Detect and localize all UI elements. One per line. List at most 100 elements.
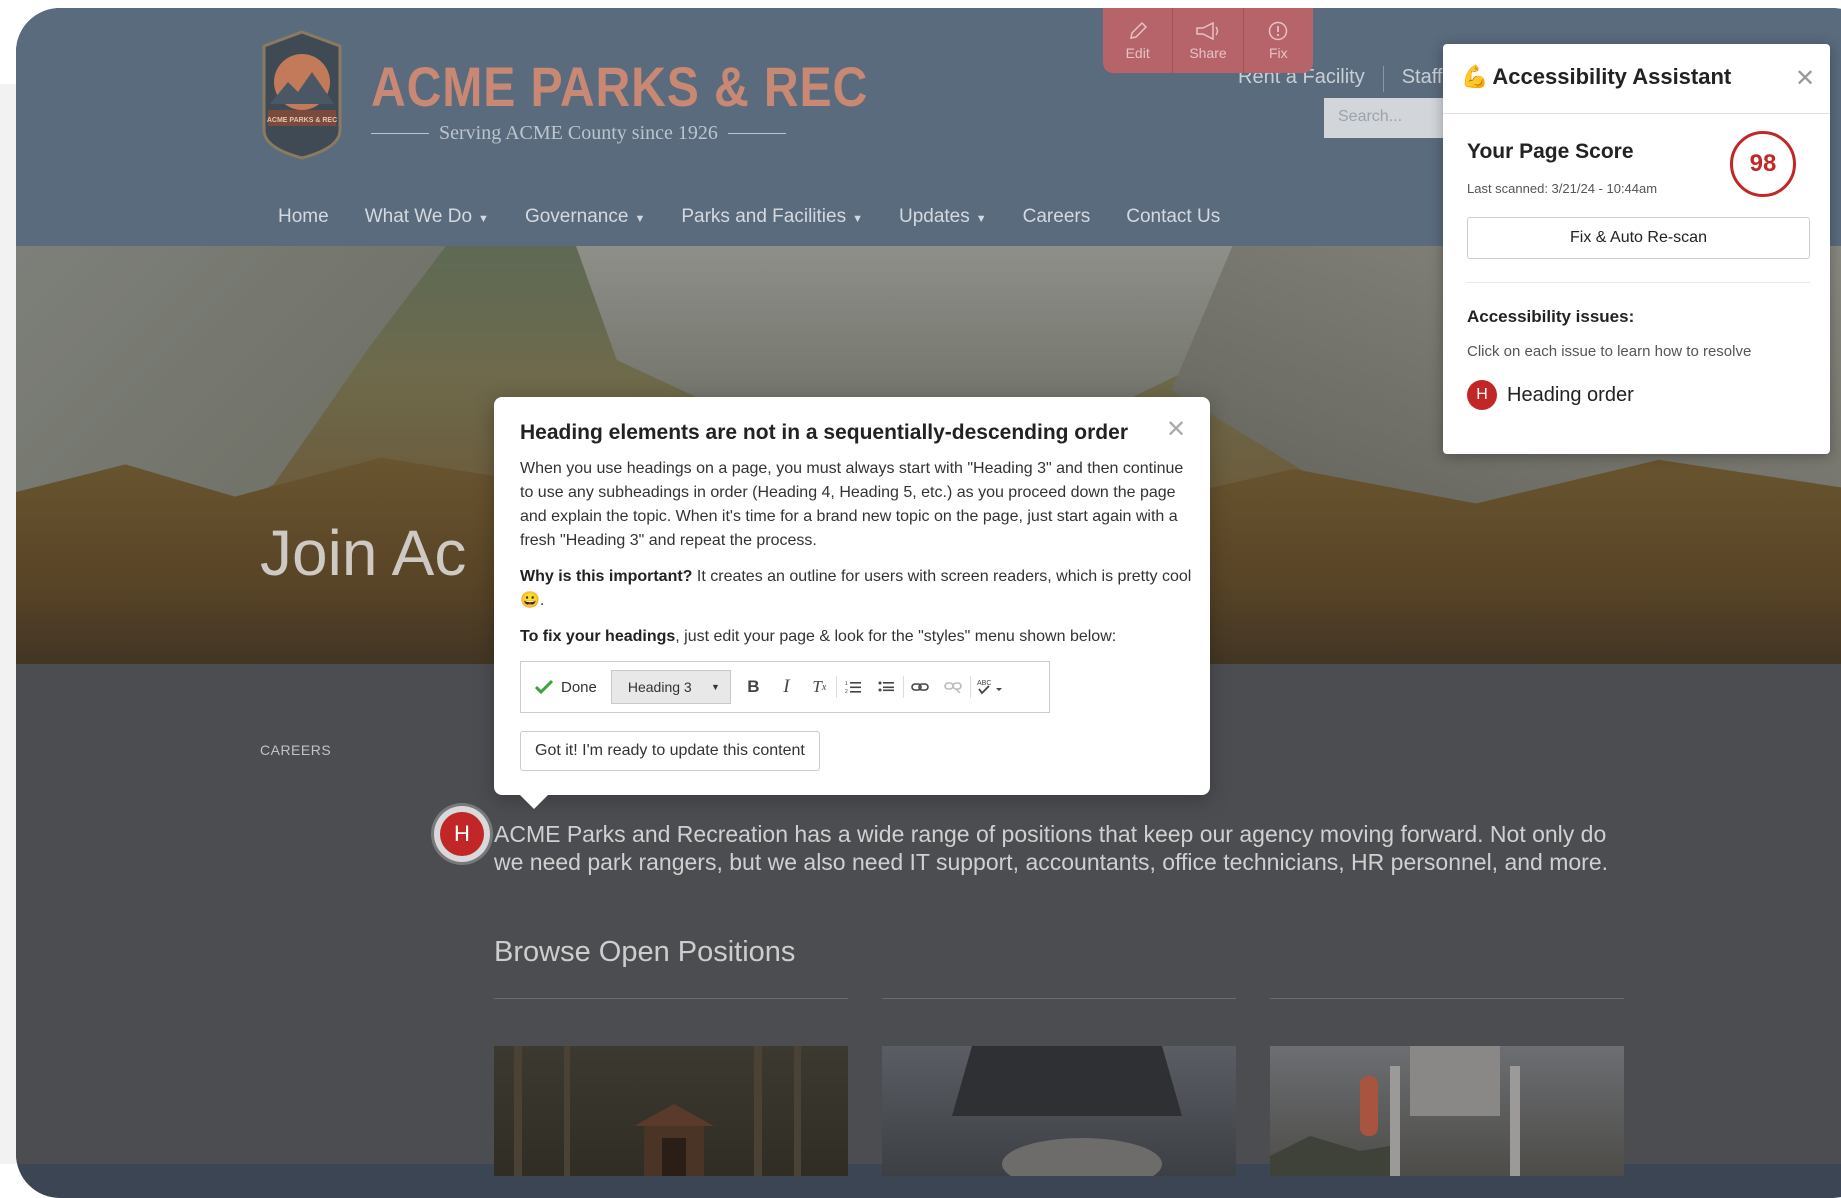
nav-label: Updates <box>898 206 970 227</box>
share-button[interactable]: Share <box>1173 8 1244 73</box>
nav-label: Parks and Facilities <box>681 206 847 227</box>
modal-paragraph: When you use headings on a page, you mus… <box>520 460 1184 549</box>
subtitle-rule-right <box>727 133 786 134</box>
checkmark-icon <box>535 679 553 695</box>
fix-label: Fix <box>1268 44 1288 61</box>
nav-label: Careers <box>1022 206 1091 227</box>
modal-body: When you use headings on a page, you mus… <box>520 457 1194 661</box>
issues-title: Accessibility issues: <box>1467 307 1635 326</box>
done-button[interactable]: Done <box>535 679 597 696</box>
site-logo[interactable]: ACME PARKS & REC <box>260 30 344 160</box>
panel-title: 💪 Accessibility Assistant <box>1461 64 1731 90</box>
style-select[interactable]: Heading 3 ▼ <box>610 670 731 704</box>
page-edge <box>0 84 16 1164</box>
nav-careers[interactable]: Careers <box>1023 206 1091 228</box>
fix-label: To fix your headings <box>520 628 676 645</box>
link-icon[interactable] <box>904 670 937 704</box>
why-label: Why is this important? <box>520 568 693 585</box>
style-select-value: Heading 3 <box>627 679 692 695</box>
util-divider <box>1382 66 1384 92</box>
issue-heading-order[interactable]: H Heading order <box>1467 380 1634 410</box>
subtitle-rule-left <box>371 133 429 134</box>
svg-text:ABC: ABC <box>977 680 991 687</box>
laptop-image <box>952 1046 1182 1176</box>
lifeguard-chair-image <box>1270 1046 1520 1176</box>
close-icon[interactable]: ✕ <box>1795 64 1815 93</box>
util-link-staff[interactable]: Staff <box>1402 66 1443 92</box>
edit-label: Edit <box>1125 44 1150 61</box>
breadcrumb[interactable]: CAREERS <box>260 742 331 758</box>
spellcheck-icon[interactable]: ABC <box>971 670 1011 704</box>
nav-label: Governance <box>524 206 629 227</box>
nav-governance[interactable]: Governance ▼ <box>525 206 645 228</box>
forest-cabin-image <box>514 1046 801 1176</box>
modal-fix: To fix your headings, just edit your pag… <box>520 625 1194 649</box>
site-search-input[interactable]: Search... <box>1324 98 1444 138</box>
section-heading: Browse Open Positions <box>494 936 796 968</box>
last-scanned: Last scanned: 3/21/24 - 10:44am <box>1467 181 1658 196</box>
done-label: Done <box>561 678 597 696</box>
fix-button[interactable]: Fix <box>1244 8 1313 73</box>
divider <box>1467 282 1810 283</box>
nav-parks-facilities[interactable]: Parks and Facilities ▼ <box>681 206 863 228</box>
caret-down-icon: ▼ <box>710 682 720 692</box>
panel-header: 💪 Accessibility Assistant ✕ <box>1443 44 1830 114</box>
editor-toolbar-example: Done Heading 3 ▼ B I Tx 12 ABC <box>520 661 1050 713</box>
position-card-image[interactable] <box>494 1046 848 1176</box>
heading-marker-badge: H <box>440 812 484 856</box>
issue-detail-modal: Heading elements are not in a sequential… <box>494 397 1210 809</box>
close-icon[interactable]: ✕ <box>1166 415 1186 444</box>
nav-label: Contact Us <box>1126 206 1221 227</box>
nav-home[interactable]: Home <box>278 206 329 228</box>
logo-text: ACME PARKS & REC <box>267 117 337 124</box>
bold-icon[interactable]: B <box>737 670 770 704</box>
brand-subtitle-text: Serving ACME County since 1926 <box>439 122 718 144</box>
position-card-image[interactable] <box>1270 1046 1624 1176</box>
nav-contact[interactable]: Contact Us <box>1126 206 1220 228</box>
nav-updates[interactable]: Updates ▼ <box>899 206 987 228</box>
nav-what-we-do[interactable]: What We Do ▼ <box>365 206 489 228</box>
clear-format-icon[interactable]: Tx <box>803 670 836 704</box>
megaphone-icon <box>1196 21 1219 40</box>
page-score: 98 <box>1730 131 1796 197</box>
card-divider <box>1270 998 1624 999</box>
card-divider <box>882 998 1236 999</box>
bullet-list-icon[interactable] <box>870 670 903 704</box>
pencil-icon <box>1129 21 1147 39</box>
caret-down-icon: ▼ <box>478 213 489 225</box>
issue-badge: H <box>1467 380 1497 410</box>
numbered-list-icon[interactable]: 12 <box>837 670 870 704</box>
brand-subtitle: Serving ACME County since 1926 <box>371 122 786 145</box>
alert-circle-icon <box>1269 21 1288 40</box>
edit-button[interactable]: Edit <box>1103 8 1174 73</box>
brand-title[interactable]: ACME PARKS & REC <box>371 54 868 119</box>
fix-text: , just edit your page & look for the "st… <box>675 628 1117 645</box>
rescan-button[interactable]: Fix & Auto Re-scan <box>1467 217 1810 259</box>
accessibility-panel: 💪 Accessibility Assistant ✕ Your Page Sc… <box>1443 44 1830 454</box>
share-label: Share <box>1189 44 1227 61</box>
hero-title: Join Ac <box>260 517 467 589</box>
caret-down-icon: ▼ <box>975 213 987 225</box>
nav-label: Home <box>278 206 329 227</box>
italic-icon[interactable]: I <box>770 670 803 704</box>
svg-text:1: 1 <box>845 681 848 687</box>
main-nav: Home What We Do ▼ Governance ▼ Parks and F… <box>278 206 1220 228</box>
card-divider <box>494 998 848 999</box>
modal-title: Heading elements are not in a sequential… <box>520 421 1128 444</box>
intro-paragraph: ACME Parks and Recreation has a wide ran… <box>494 821 1609 875</box>
position-card-image[interactable] <box>882 1046 1236 1176</box>
panel-title-text: Accessibility Assistant <box>1492 64 1732 89</box>
heading-issue-marker[interactable]: H <box>434 806 490 862</box>
flexed-biceps-icon: 💪 <box>1461 64 1489 89</box>
issue-label: Heading order <box>1507 383 1634 406</box>
issues-hint: Click on each issue to learn how to reso… <box>1467 343 1752 360</box>
svg-text:2: 2 <box>845 689 848 695</box>
modal-why: Why is this important? It creates an out… <box>520 565 1194 613</box>
cms-toolbar: Edit Share Fix <box>1103 8 1313 73</box>
unlink-icon[interactable] <box>937 670 970 704</box>
caret-down-icon: ▼ <box>634 213 646 225</box>
score-label: Your Page Score <box>1467 140 1634 163</box>
caret-down-icon: ▼ <box>852 213 863 225</box>
confirm-button[interactable]: Got it! I'm ready to update this content <box>520 731 820 771</box>
nav-label: What We Do <box>364 206 473 227</box>
